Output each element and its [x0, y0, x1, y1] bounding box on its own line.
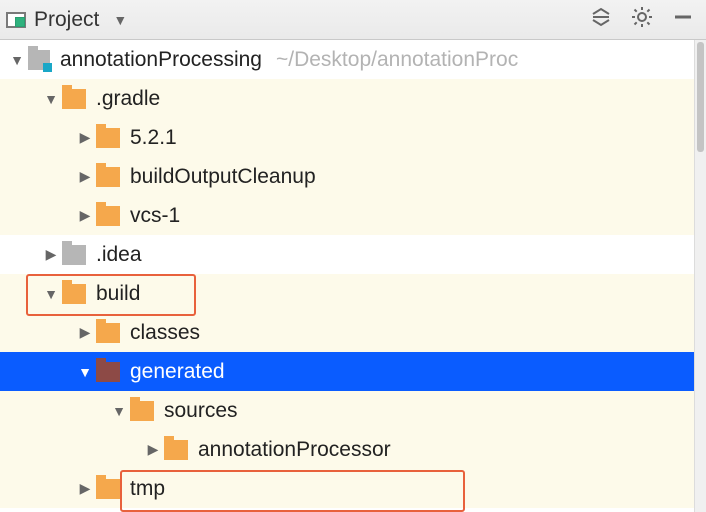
folder-icon [62, 89, 86, 109]
scrollbar-thumb[interactable] [697, 42, 704, 152]
chevron-down-icon[interactable]: ▼ [74, 364, 96, 380]
project-tree: ▼ annotationProcessing ~/Desktop/annotat… [0, 40, 706, 508]
chevron-right-icon[interactable]: ▶ [74, 129, 96, 146]
chevron-right-icon[interactable]: ▶ [40, 246, 62, 263]
node-label: sources [164, 399, 238, 423]
node-label: .gradle [96, 87, 160, 111]
node-label: generated [130, 360, 225, 384]
node-label: tmp [130, 477, 165, 501]
toolbar-title: Project [34, 8, 99, 32]
minimize-icon[interactable] [672, 6, 694, 34]
collapse-all-icon[interactable] [590, 6, 612, 34]
chevron-right-icon[interactable]: ▶ [74, 207, 96, 224]
chevron-down-icon[interactable]: ▼ [40, 286, 62, 302]
folder-icon [62, 245, 86, 265]
folder-icon [96, 323, 120, 343]
module-folder-icon [28, 50, 50, 70]
folder-icon [96, 167, 120, 187]
chevron-down-icon[interactable]: ▼ [113, 12, 127, 28]
tree-root-row[interactable]: ▼ annotationProcessing ~/Desktop/annotat… [0, 40, 706, 79]
tree-row-annotationprocessor[interactable]: ▶ annotationProcessor [0, 430, 706, 469]
vertical-scrollbar[interactable] [694, 40, 706, 512]
node-label: annotationProcessor [198, 438, 391, 462]
folder-icon [96, 128, 120, 148]
tree-row-sources[interactable]: ▼ sources [0, 391, 706, 430]
folder-icon [130, 401, 154, 421]
node-label: vcs-1 [130, 204, 180, 228]
node-label: .idea [96, 243, 142, 267]
gear-icon[interactable] [630, 5, 654, 35]
project-toolbar: Project ▼ [0, 0, 706, 40]
tree-row-idea[interactable]: ▶ .idea [0, 235, 706, 274]
tree-row-vcs1[interactable]: ▶ vcs-1 [0, 196, 706, 235]
chevron-right-icon[interactable]: ▶ [74, 480, 96, 497]
node-label: 5.2.1 [130, 126, 177, 150]
tree-row-gradle[interactable]: ▼ .gradle [0, 79, 706, 118]
folder-icon [164, 440, 188, 460]
tree-row-build[interactable]: ▼ build [0, 274, 706, 313]
tree-row-generated[interactable]: ▼ generated [0, 352, 706, 391]
chevron-right-icon[interactable]: ▶ [142, 441, 164, 458]
project-view-icon [6, 12, 26, 28]
chevron-right-icon[interactable]: ▶ [74, 168, 96, 185]
chevron-right-icon[interactable]: ▶ [74, 324, 96, 341]
node-label: buildOutputCleanup [130, 165, 316, 189]
node-label: build [96, 282, 140, 306]
root-label: annotationProcessing [60, 48, 262, 72]
tree-row-buildoutputcleanup[interactable]: ▶ buildOutputCleanup [0, 157, 706, 196]
folder-icon [62, 284, 86, 304]
folder-icon [96, 206, 120, 226]
toolbar-left[interactable]: Project ▼ [6, 8, 127, 32]
folder-icon [96, 362, 120, 382]
root-path-hint: ~/Desktop/annotationProc [276, 48, 518, 72]
chevron-down-icon[interactable]: ▼ [40, 91, 62, 107]
node-label: classes [130, 321, 200, 345]
chevron-down-icon[interactable]: ▼ [6, 52, 28, 68]
folder-icon [96, 479, 120, 499]
chevron-down-icon[interactable]: ▼ [108, 403, 130, 419]
tree-row-tmp[interactable]: ▶ tmp [0, 469, 706, 508]
tree-row-521[interactable]: ▶ 5.2.1 [0, 118, 706, 157]
tree-row-classes[interactable]: ▶ classes [0, 313, 706, 352]
